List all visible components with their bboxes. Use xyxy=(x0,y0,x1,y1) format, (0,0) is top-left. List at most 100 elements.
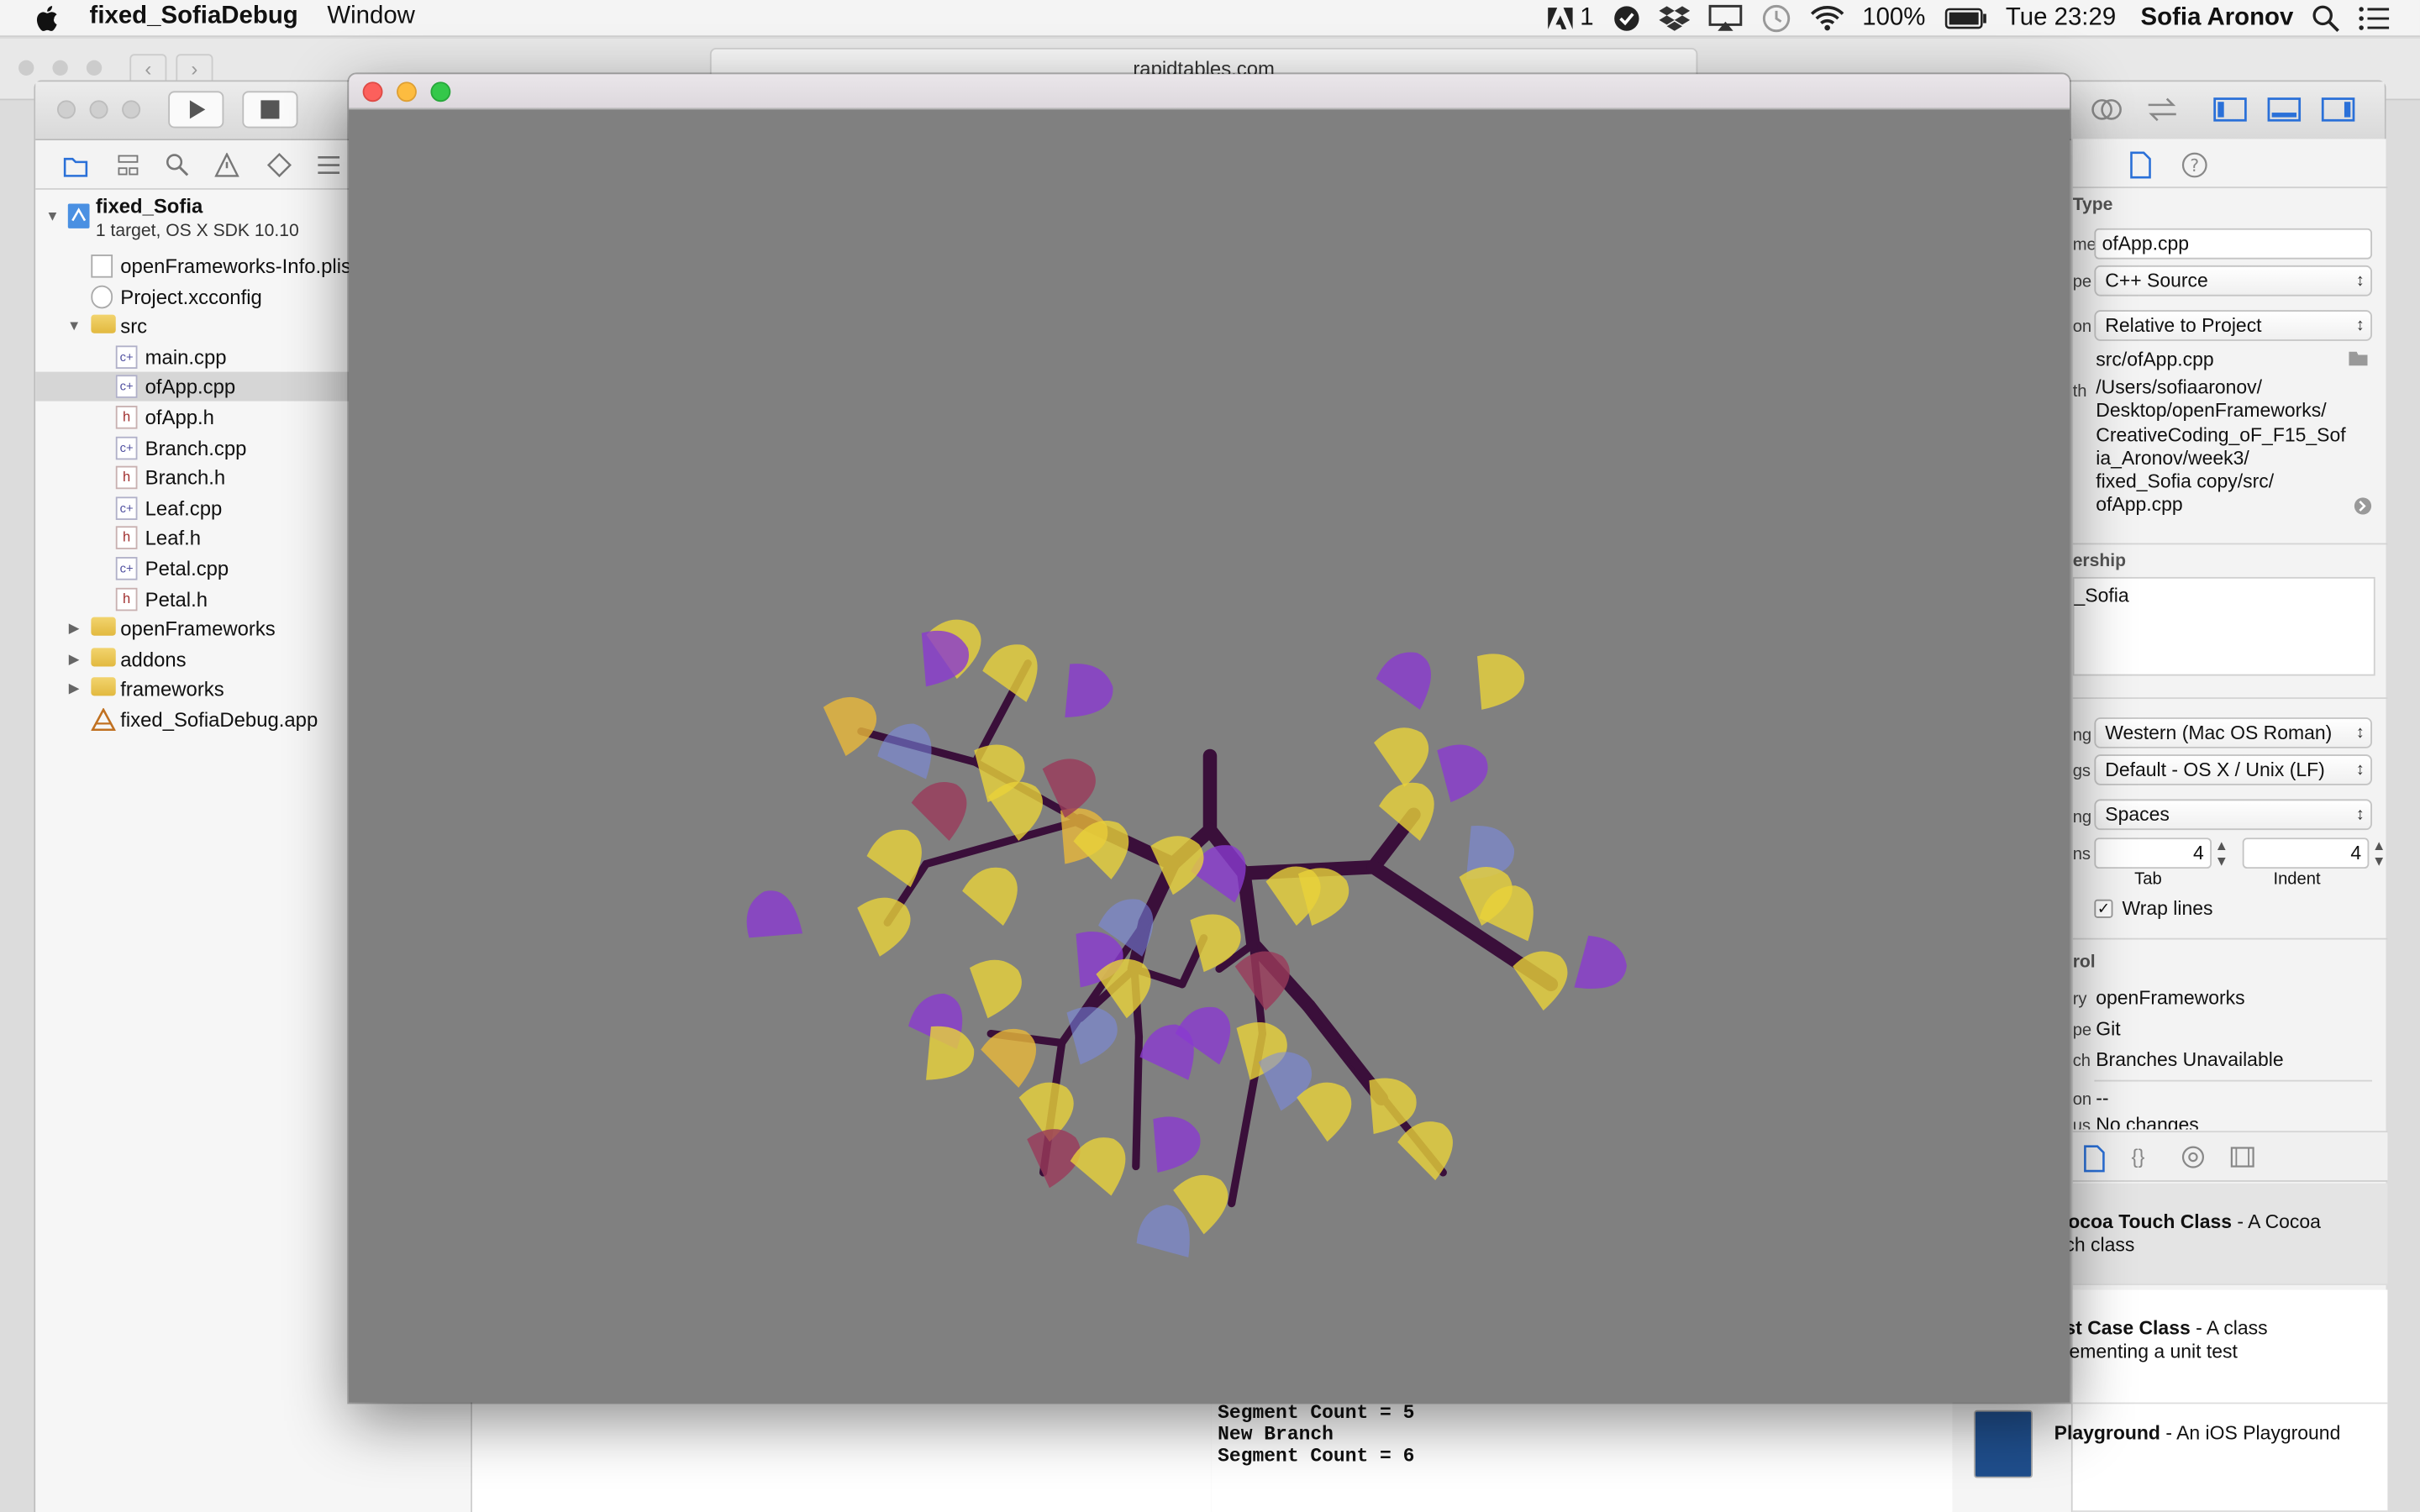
text-encoding-select[interactable]: Western (Mac OS Roman) xyxy=(2094,717,2373,748)
battery-icon[interactable] xyxy=(1944,0,1986,37)
navigator-item-label: Project.xcconfig xyxy=(120,285,262,308)
repository-label: ry xyxy=(2072,990,2087,1010)
divider xyxy=(2094,1079,2373,1082)
app-close-button[interactable] xyxy=(362,81,383,102)
tab-width-field[interactable]: 4 xyxy=(2094,837,2212,869)
toggle-utilities-icon[interactable] xyxy=(2320,94,2360,128)
run-button[interactable] xyxy=(168,91,224,129)
tree-leaf xyxy=(982,644,1038,702)
disclosure-closed-icon[interactable]: ▶ xyxy=(66,675,82,704)
plist-file-icon xyxy=(91,255,113,278)
quick-help-icon[interactable]: ? xyxy=(2181,151,2208,184)
library-template-item[interactable]: Cocoa Touch Class - A Cocoa uch class xyxy=(2054,1183,2388,1285)
media-library-icon[interactable] xyxy=(2230,1145,2254,1174)
time-machine-icon[interactable] xyxy=(1760,0,1791,37)
xcode-close-button[interactable] xyxy=(56,100,76,119)
navigator-item-label: ofApp.h xyxy=(145,406,214,429)
file-name-field[interactable]: ofApp.cpp xyxy=(2094,228,2373,260)
target-membership-list: _Sofia xyxy=(2072,576,2375,676)
browser-minimize-button[interactable] xyxy=(52,60,68,76)
indent-using-label: ng xyxy=(2072,808,2092,827)
library-template-item[interactable]: est Case Class - A class plementing a uni… xyxy=(2054,1289,2388,1404)
app-minimize-button[interactable] xyxy=(397,81,417,102)
version-editor-icon[interactable] xyxy=(2144,94,2184,128)
code-snippet-library-icon[interactable]: {} xyxy=(2131,1145,2144,1168)
file-inspector: ? Type me ofApp.cpp pe C++ Source on Rel… xyxy=(1974,139,2388,1512)
disclosure-open-icon[interactable]: ▼ xyxy=(66,312,82,341)
line-endings-select[interactable]: Default - OS X / Unix (LF) xyxy=(2094,754,2373,785)
tree-leaf xyxy=(1376,652,1431,710)
file-inspector-icon[interactable] xyxy=(2128,151,2153,184)
tab-width-stepper[interactable]: ▲ ▼ xyxy=(2215,837,2228,869)
location-select[interactable]: Relative to Project xyxy=(2094,310,2373,341)
project-navigator-icon[interactable] xyxy=(63,153,88,177)
notification-center-icon[interactable] xyxy=(2358,0,2390,37)
library-item-desc: - An iOS Playground xyxy=(2160,1422,2341,1445)
version-value: -- xyxy=(2096,1087,2109,1110)
indent-using-select[interactable]: Spaces xyxy=(2094,799,2373,831)
library-item-desc: - A Cocoa xyxy=(2232,1210,2321,1233)
navigator-item-label: Branch.h xyxy=(145,466,226,490)
project-subtitle: 1 target, OS X SDK 10.10 xyxy=(95,222,299,241)
cpp-file-icon: c+ xyxy=(115,436,138,459)
app-zoom-button[interactable] xyxy=(430,81,451,102)
indent-width-field[interactable]: 4 xyxy=(2242,837,2370,869)
target-membership-header: ership xyxy=(2072,552,2127,571)
debug-navigator-icon[interactable] xyxy=(317,153,341,177)
stop-button[interactable] xyxy=(242,91,298,129)
full-path-label: th xyxy=(2072,382,2087,402)
encoding-label: ng xyxy=(2072,727,2092,746)
disclosure-open-icon[interactable]: ▼ xyxy=(45,202,60,232)
type-label: pe xyxy=(2072,273,2092,292)
file-type-select[interactable]: C++ Source xyxy=(2094,265,2373,297)
line-endings-label: gs xyxy=(2072,762,2091,781)
app-menu[interactable]: fixed_SofiaDebug xyxy=(90,3,298,31)
spotlight-search-icon[interactable] xyxy=(2312,0,2339,37)
tree-leaf xyxy=(1096,958,1151,1019)
library-template-item[interactable]: Playground - An iOS Playground xyxy=(1974,1404,2388,1512)
app-title-bar[interactable] xyxy=(349,74,2070,110)
airplay-icon[interactable] xyxy=(1707,0,1742,37)
app-product-icon xyxy=(91,707,117,732)
reveal-folder-icon[interactable] xyxy=(2348,349,2370,372)
toggle-debug-area-icon[interactable] xyxy=(2265,94,2306,128)
clock[interactable]: Tue 23:29 xyxy=(2006,0,2116,37)
status-area: 1 100% Tue 23:29 Sofia Aronov xyxy=(1537,0,2420,37)
check-badge-icon[interactable] xyxy=(1612,0,1640,37)
user-name[interactable]: Sofia Aronov xyxy=(2141,0,2294,37)
window-menu[interactable]: Window xyxy=(327,3,415,31)
header-file-icon: h xyxy=(115,466,138,490)
apple-icon[interactable] xyxy=(34,3,61,34)
reveal-arrow-icon[interactable] xyxy=(2354,496,2372,520)
debug-console[interactable]: Segment Count = 5 New Branch Segment Cou… xyxy=(1211,1398,1953,1512)
tree-leaf xyxy=(1297,1082,1352,1142)
symbol-navigator-icon[interactable] xyxy=(116,153,140,177)
disclosure-closed-icon[interactable]: ▶ xyxy=(66,644,82,674)
navigator-item-label: ofApp.cpp xyxy=(145,375,236,399)
tree-canvas[interactable] xyxy=(349,109,2070,1402)
folder-icon xyxy=(91,648,116,667)
test-navigator-icon[interactable] xyxy=(266,152,292,178)
object-library-icon[interactable] xyxy=(2181,1145,2205,1174)
target-item[interactable]: _Sofia xyxy=(2075,585,2129,606)
issue-navigator-icon[interactable] xyxy=(214,152,239,177)
folder-icon xyxy=(91,617,116,637)
wifi-icon[interactable] xyxy=(1810,0,1844,37)
assistant-editor-icon[interactable] xyxy=(2088,94,2128,128)
browser-close-button[interactable] xyxy=(18,60,34,76)
xcode-zoom-button[interactable] xyxy=(122,100,141,119)
status-row: us No changes xyxy=(2073,1114,2388,1129)
indent-width-stepper[interactable]: ▲ ▼ xyxy=(2372,837,2386,869)
disclosure-closed-icon[interactable]: ▶ xyxy=(66,614,82,643)
browser-zoom-button[interactable] xyxy=(86,60,103,76)
xcode-minimize-button[interactable] xyxy=(89,100,108,119)
adobe-icon[interactable] xyxy=(1546,0,1574,37)
tree-leaf xyxy=(823,696,877,756)
navigator-item-label: Petal.cpp xyxy=(145,557,229,580)
wrap-lines-checkbox[interactable]: ✓ xyxy=(2094,899,2113,918)
find-navigator-icon[interactable] xyxy=(166,153,190,177)
dropbox-icon[interactable] xyxy=(1658,0,1690,37)
toggle-navigator-icon[interactable] xyxy=(2212,94,2252,128)
file-template-library-icon[interactable] xyxy=(2082,1145,2107,1178)
divider xyxy=(2072,543,2388,545)
